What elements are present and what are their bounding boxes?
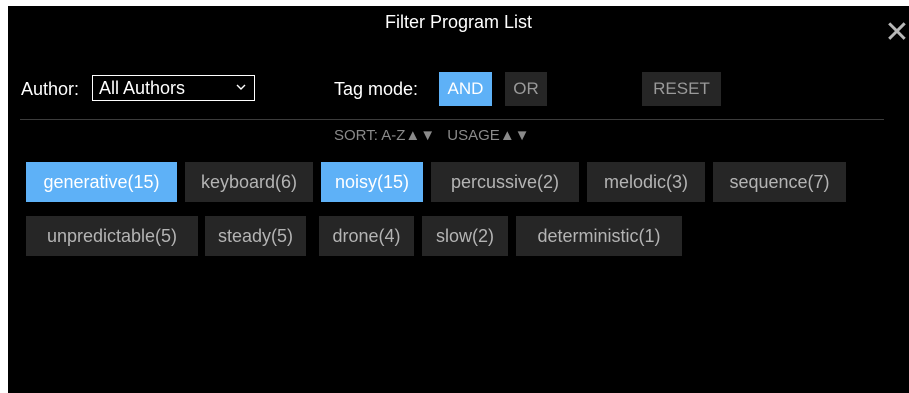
reset-button[interactable]: RESET bbox=[642, 72, 721, 106]
author-select[interactable]: All Authors bbox=[92, 75, 255, 101]
tag-mode-or-button[interactable]: OR bbox=[505, 72, 547, 106]
tag-chip-unpredictable[interactable]: unpredictable(5) bbox=[26, 216, 198, 256]
tag-chip-percussive[interactable]: percussive(2) bbox=[431, 162, 579, 202]
sort-usage-asc-icon[interactable]: ▲ bbox=[500, 127, 515, 144]
sort-az-asc-icon[interactable]: ▲ bbox=[405, 127, 420, 144]
sort-usage-desc-icon[interactable]: ▼ bbox=[515, 127, 530, 144]
filter-dialog: Filter Program List ✕ Author: All Author… bbox=[8, 6, 909, 393]
tag-mode-label: Tag mode: bbox=[334, 79, 419, 99]
chevron-down-icon bbox=[236, 84, 246, 90]
author-label: Author: bbox=[21, 79, 80, 99]
close-icon[interactable]: ✕ bbox=[884, 18, 909, 48]
tag-chip-generative[interactable]: generative(15) bbox=[26, 162, 177, 202]
dialog-title: Filter Program List bbox=[384, 12, 533, 32]
divider bbox=[20, 119, 884, 120]
tag-chip-sequence[interactable]: sequence(7) bbox=[713, 162, 846, 202]
sort-controls: SORT: A-Z▲▼ USAGE▲▼ bbox=[334, 127, 530, 144]
tag-chip-noisy[interactable]: noisy(15) bbox=[321, 162, 423, 202]
tag-chip-deterministic[interactable]: deterministic(1) bbox=[516, 216, 682, 256]
sort-az-desc-icon[interactable]: ▼ bbox=[420, 127, 435, 144]
tag-chip-melodic[interactable]: melodic(3) bbox=[587, 162, 705, 202]
tag-mode-and-button[interactable]: AND bbox=[439, 72, 492, 106]
tag-chip-keyboard[interactable]: keyboard(6) bbox=[185, 162, 313, 202]
tag-chip-steady[interactable]: steady(5) bbox=[205, 216, 306, 256]
sort-az-label: SORT: A-Z bbox=[334, 127, 406, 144]
tag-chip-slow[interactable]: slow(2) bbox=[422, 216, 508, 256]
author-select-value: All Authors bbox=[99, 78, 186, 98]
tag-chip-drone[interactable]: drone(4) bbox=[319, 216, 414, 256]
sort-usage-label: USAGE bbox=[447, 127, 500, 144]
